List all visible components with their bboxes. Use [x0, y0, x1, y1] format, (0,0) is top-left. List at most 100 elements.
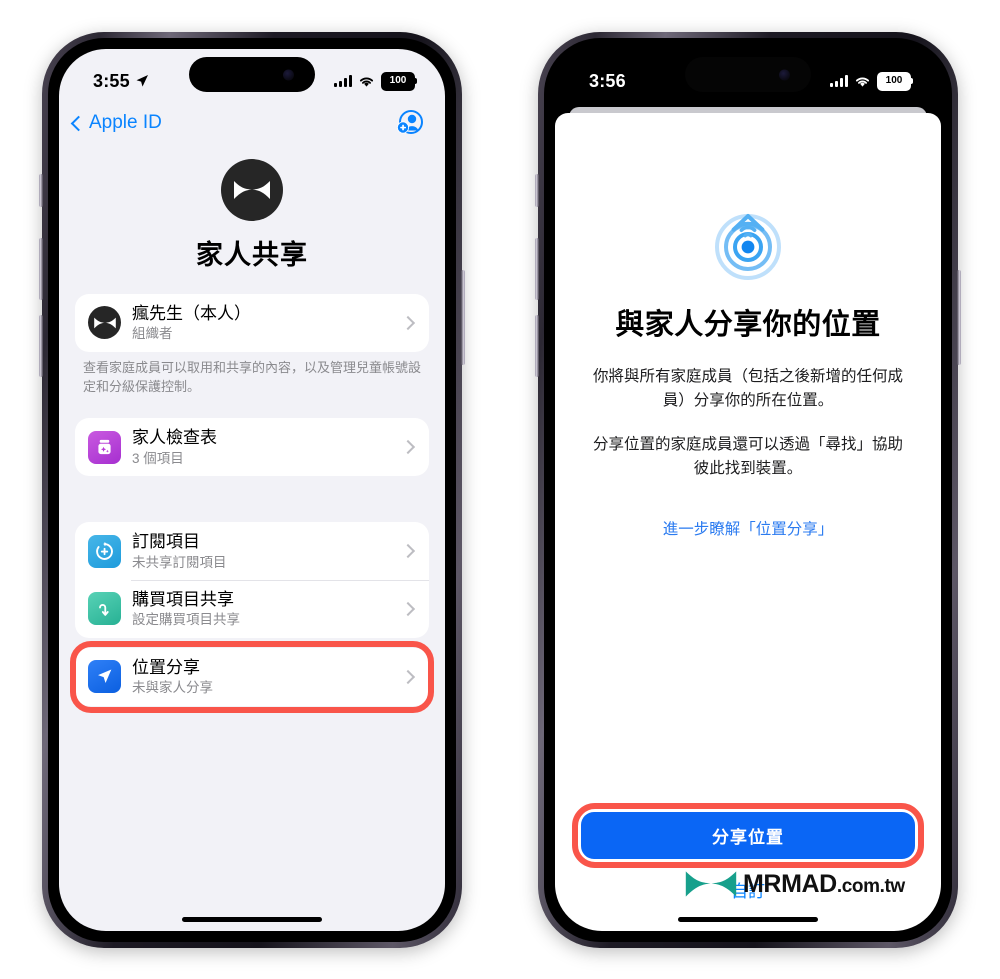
- purchase-sharing-icon: [88, 592, 121, 626]
- page-title: 家人共享: [196, 240, 308, 270]
- sheet-title: 與家人分享你的位置: [615, 309, 881, 341]
- navigation-bar: Apple ID: [59, 103, 445, 141]
- sheet-paragraph-1: 你將與所有家庭成員（包括之後新增的任何成員）分享你的所在位置。: [592, 368, 903, 410]
- page-header: 家人共享: [59, 141, 445, 272]
- primary-button-wrap: 分享位置: [572, 803, 924, 868]
- purchase-sharing-row-title: 購買項目共享: [132, 590, 234, 610]
- member-row-texts: 瘋先生（本人） 組織者: [132, 303, 392, 343]
- status-indicators: 100: [333, 62, 417, 91]
- share-location-button[interactable]: 分享位置: [581, 812, 915, 859]
- member-row-subtitle: 組織者: [132, 326, 173, 342]
- battery-icon: 100: [877, 71, 913, 91]
- mute-switch[interactable]: [535, 174, 539, 207]
- send-arrow-icon: [98, 669, 112, 684]
- mute-switch[interactable]: [39, 174, 43, 207]
- subscriptions-icon: [88, 534, 121, 568]
- battery-level: 100: [389, 75, 407, 86]
- location-sharing-row-texts: 位置分享 未與家人分享: [132, 657, 392, 697]
- status-time-group: 3:55: [93, 61, 149, 92]
- status-indicators: 100: [829, 62, 913, 91]
- location-sharing-row-title: 位置分享: [132, 657, 200, 677]
- battery-icon: 100: [381, 71, 417, 91]
- left-phone-screen: 3:55 100 Apple ID 家人共享 瘋先生（本人） 組織者 查看家庭成…: [59, 49, 445, 931]
- settings-scroll-area[interactable]: 家人共享 瘋先生（本人） 組織者 查看家庭成員可以取用和共享的內容，以及管理兒童…: [59, 141, 445, 917]
- home-indicator[interactable]: [678, 917, 818, 922]
- refresh-plus-icon: [96, 541, 113, 560]
- left-phone-device: 3:55 100 Apple ID 家人共享 瘋先生（本人） 組織者 查看家庭成…: [39, 32, 465, 948]
- cellular-bars-icon: [829, 75, 848, 87]
- checklist-jar-icon: [98, 439, 111, 455]
- location-sharing-sheet: 與家人分享你的位置 你將與所有家庭成員（包括之後新增的任何成員）分享你的所在位置…: [555, 113, 941, 931]
- screenshot-stage: 3:55 100 Apple ID 家人共享 瘋先生（本人） 組織者 查看家庭成…: [0, 0, 1000, 979]
- member-avatar: [88, 306, 121, 340]
- member-group: 瘋先生（本人） 組織者: [75, 294, 429, 352]
- right-phone-screen: 3:56 100 與家人分享你的位置 你將與所有家庭成員（包括之後新增的任何成員…: [555, 49, 941, 931]
- power-button[interactable]: [461, 270, 465, 365]
- chevron-right-icon: [400, 601, 416, 617]
- location-sharing-highlight-wrap: 位置分享 未與家人分享: [70, 640, 434, 713]
- member-footnote: 查看家庭成員可以取用和共享的內容，以及管理兒童帳號設定和分級保護控制。: [83, 359, 422, 394]
- volume-up-button[interactable]: [535, 238, 539, 300]
- location-sharing-group: 位置分享 未與家人分享: [75, 647, 429, 706]
- volume-up-button[interactable]: [39, 238, 43, 300]
- chevron-right-icon: [400, 669, 416, 684]
- back-button-label: Apple ID: [89, 112, 162, 133]
- battery-level: 100: [885, 75, 903, 86]
- volume-down-button[interactable]: [535, 315, 539, 377]
- status-time: 3:55: [93, 70, 130, 91]
- mrmad-bowtie-avatar: [234, 181, 270, 199]
- location-sharing-row[interactable]: 位置分享 未與家人分享: [75, 648, 429, 706]
- watermark-text: MRMAD.com.tw: [743, 870, 905, 899]
- avatar: [221, 159, 283, 221]
- purchase-sharing-row[interactable]: 購買項目共享 設定購買項目共享: [75, 580, 429, 638]
- location-sharing-icon: [88, 660, 121, 694]
- learn-more-link[interactable]: 進一步瞭解「位置分享」: [663, 517, 834, 539]
- wifi-icon: [855, 76, 870, 87]
- checklist-row-title: 家人檢查表: [132, 428, 217, 448]
- power-button[interactable]: [957, 270, 961, 365]
- wifi-icon: [359, 76, 374, 87]
- left-phone-bezel: 3:55 100 Apple ID 家人共享 瘋先生（本人） 組織者 查看家庭成…: [48, 38, 456, 942]
- checklist-group: 家人檢查表 3 個項目: [75, 418, 429, 477]
- site-watermark: MRMAD.com.tw: [683, 866, 905, 902]
- subscriptions-row[interactable]: 訂閱項目 未共享訂閱項目: [75, 522, 429, 580]
- member-row[interactable]: 瘋先生（本人） 組織者: [75, 294, 429, 352]
- status-bar-left: 3:55 100: [59, 49, 445, 103]
- volume-down-button[interactable]: [39, 315, 43, 377]
- checklist-row[interactable]: 家人檢查表 3 個項目: [75, 418, 429, 476]
- member-row-title: 瘋先生（本人）: [132, 304, 251, 323]
- back-button[interactable]: Apple ID: [70, 112, 162, 134]
- checklist-row-texts: 家人檢查表 3 個項目: [132, 427, 392, 467]
- watermark-brand: MRMAD: [743, 869, 837, 898]
- watermark-tld: .com.tw: [836, 875, 905, 897]
- sheet-paragraph-2: 分享位置的家庭成員還可以透過「尋找」協助彼此找到裝置。: [592, 436, 903, 478]
- status-time-group: 3:56: [589, 61, 626, 92]
- add-person-button[interactable]: [395, 108, 425, 138]
- right-phone-device: 3:56 100 與家人分享你的位置 你將與所有家庭成員（包括之後新增的任何成員…: [535, 32, 961, 948]
- home-indicator[interactable]: [182, 917, 322, 922]
- services-group: 訂閱項目 未共享訂閱項目 購買項目共享 設定購買項目共享: [75, 522, 429, 638]
- download-loop-icon: [98, 604, 109, 616]
- checklist-row-subtitle: 3 個項目: [132, 450, 184, 466]
- find-my-radar-icon: [715, 214, 781, 280]
- mrmad-bowtie-logo: [685, 871, 737, 897]
- subscriptions-row-title: 訂閱項目: [132, 532, 200, 552]
- chevron-right-icon: [400, 544, 416, 559]
- chevron-left-icon: [70, 115, 87, 131]
- family-checklist-icon: [88, 430, 121, 464]
- purchase-sharing-row-texts: 購買項目共享 設定購買項目共享: [132, 589, 392, 629]
- status-bar-right: 3:56 100: [555, 49, 941, 103]
- subscriptions-row-texts: 訂閱項目 未共享訂閱項目: [132, 531, 392, 571]
- location-arrow-icon: [136, 75, 148, 87]
- subscriptions-row-subtitle: 未共享訂閱項目: [132, 554, 227, 570]
- status-time: 3:56: [589, 70, 626, 91]
- chevron-right-icon: [400, 440, 416, 455]
- location-sharing-row-subtitle: 未與家人分享: [132, 680, 213, 696]
- right-phone-bezel: 3:56 100 與家人分享你的位置 你將與所有家庭成員（包括之後新增的任何成員…: [544, 38, 952, 942]
- chevron-right-icon: [400, 315, 416, 330]
- cellular-bars-icon: [333, 75, 352, 87]
- mrmad-bowtie-avatar: [93, 317, 116, 329]
- purchase-sharing-row-subtitle: 設定購買項目共享: [132, 612, 240, 628]
